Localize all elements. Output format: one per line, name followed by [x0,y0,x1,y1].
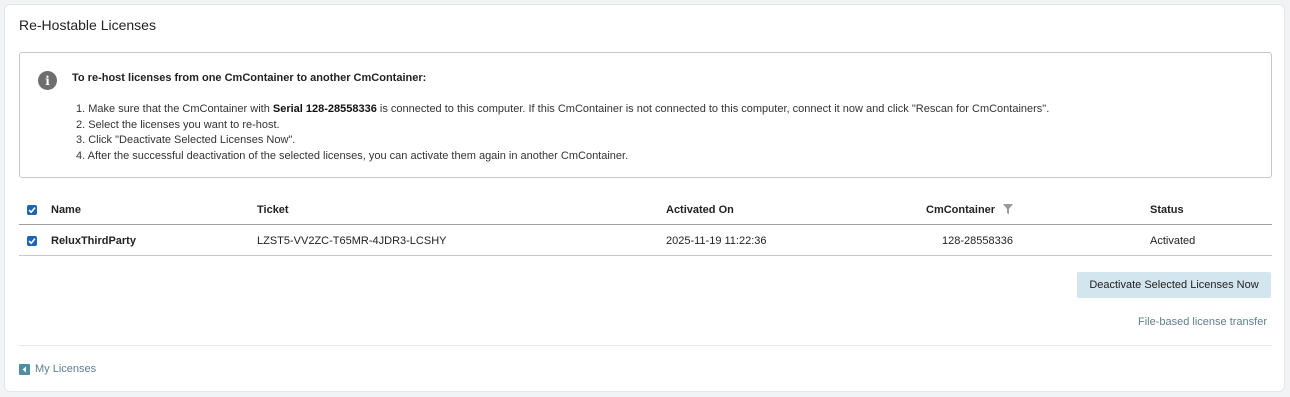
column-header-ticket[interactable]: Ticket [257,196,289,224]
instructions-heading: To re-host licenses from one CmContainer… [72,72,427,84]
select-all-cell [27,196,37,224]
column-header-name[interactable]: Name [51,196,81,224]
table-header: Name Ticket Activated On CmContainer Sta… [19,196,1272,225]
deactivate-selected-button[interactable]: Deactivate Selected Licenses Now [1077,272,1271,298]
step-1: 1. Make sure that the CmContainer with S… [76,102,1049,118]
step-1-suffix: is connected to this computer. If this C… [376,103,1050,115]
my-licenses-link[interactable]: My Licenses [19,363,96,375]
filter-icon[interactable] [1003,203,1014,217]
my-licenses-label: My Licenses [35,363,97,375]
column-header-cmcontainer-label: CmContainer [926,204,996,216]
step-1-prefix: 1. Make sure that the CmContainer with [76,103,273,115]
back-icon [19,363,30,375]
step-4: 4. After the successful deactivation of … [76,149,629,162]
table-row[interactable]: ReluxThirdParty LZST5-VV2ZC-T65MR-4JDR3-… [19,227,1272,256]
column-header-activated-on[interactable]: Activated On [666,196,734,224]
license-activated-on: 2025-11-19 11:22:36 [666,235,767,247]
license-ticket: LZST5-VV2ZC-T65MR-4JDR3-LCSHY [257,235,447,247]
column-header-cmcontainer[interactable]: CmContainer [926,196,1014,224]
instructions-steps: 1. Make sure that the CmContainer with S… [76,102,1049,164]
info-icon: i [38,71,57,90]
step-1-serial: Serial 128-28558336 [272,103,377,115]
main-panel: Re-Hostable Licenses i To re-host licens… [4,4,1285,392]
row-select-cell [27,227,37,255]
page-title: Re-Hostable Licenses [19,17,156,33]
step-2: 2. Select the licenses you want to re-ho… [76,118,280,131]
license-cmcontainer: 128-28558336 [942,235,1013,247]
check-icon [28,238,36,245]
license-name: ReluxThirdParty [51,235,136,247]
file-based-transfer-link[interactable]: File-based license transfer [1138,316,1267,328]
column-header-status[interactable]: Status [1150,196,1184,224]
step-3: 3. Click "Deactivate Selected Licenses N… [76,134,296,146]
instructions-box: i To re-host licenses from one CmContain… [19,52,1272,178]
check-icon [28,207,36,214]
select-all-checkbox[interactable] [27,205,37,215]
divider [19,345,1272,346]
row-checkbox[interactable] [27,236,37,246]
license-status: Activated [1150,235,1196,247]
